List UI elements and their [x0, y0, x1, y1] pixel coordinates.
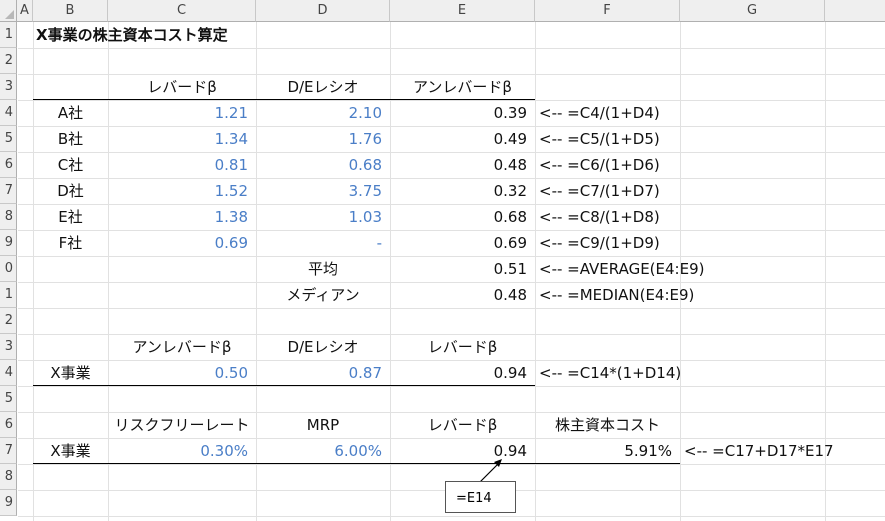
row-header[interactable]: 6	[0, 412, 17, 438]
spreadsheet[interactable]: A B C D E F G 1 2 3 4 5 6 7 8 9 0 1 2 3 …	[0, 0, 885, 521]
row-header[interactable]: 2	[0, 48, 17, 74]
cost-of-equity-cell[interactable]: 5.91%	[535, 438, 680, 464]
table1-header-de-ratio[interactable]: D/Eレシオ	[256, 74, 390, 100]
row-header[interactable]: 3	[0, 74, 17, 100]
column-header-next[interactable]	[825, 0, 885, 22]
formula-note[interactable]: <-- =C6/(1+D6)	[535, 152, 660, 178]
row-header[interactable]: 3	[0, 334, 17, 360]
unlevered-beta-cell[interactable]: 0.49	[390, 126, 535, 152]
row-header[interactable]: 1	[0, 22, 17, 48]
unlevered-beta-cell[interactable]: 0.32	[390, 178, 535, 204]
formula-note[interactable]: <-- =C9/(1+D9)	[535, 230, 660, 256]
unlevered-beta-cell[interactable]: 0.48	[390, 152, 535, 178]
company-label[interactable]: D社	[33, 178, 108, 204]
company-label[interactable]: F社	[33, 230, 108, 256]
unlevered-beta-cell[interactable]: 0.69	[390, 230, 535, 256]
formula-note[interactable]: <-- =C17+D17*E17	[680, 438, 834, 464]
column-header-f[interactable]: F	[535, 0, 680, 22]
row-header[interactable]: 4	[0, 360, 17, 386]
gridline	[18, 516, 885, 517]
formula-note[interactable]: <-- =C8/(1+D8)	[535, 204, 660, 230]
table2-header-levered-beta[interactable]: レバードβ	[390, 334, 535, 360]
company-label[interactable]: C社	[33, 152, 108, 178]
average-value[interactable]: 0.51	[390, 256, 535, 282]
table3-header-risk-free-rate[interactable]: リスクフリーレート	[108, 412, 256, 438]
row-header[interactable]: 8	[0, 204, 17, 230]
sheet-title[interactable]: X事業の株主資本コスト算定	[36, 22, 228, 48]
median-label[interactable]: メディアン	[256, 282, 390, 308]
column-header-a[interactable]: A	[17, 0, 33, 22]
formula-note[interactable]: <-- =C4/(1+D4)	[535, 100, 660, 126]
row-header[interactable]: 6	[0, 152, 17, 178]
gridline	[18, 48, 885, 49]
levered-beta-cell[interactable]: 1.52	[108, 178, 256, 204]
business-label[interactable]: X事業	[33, 438, 108, 464]
formula-note[interactable]: <-- =C5/(1+D5)	[535, 126, 660, 152]
row-header[interactable]: 9	[0, 230, 17, 256]
row-header[interactable]: 7	[0, 178, 17, 204]
row-header[interactable]: 2	[0, 308, 17, 334]
x-levered-beta-cell[interactable]: 0.94	[390, 360, 535, 386]
callout-box[interactable]: =E14	[445, 481, 516, 513]
table2-header-unlevered-beta[interactable]: アンレバードβ	[108, 334, 256, 360]
column-header-e[interactable]: E	[390, 0, 535, 22]
table3-header-cost-of-equity[interactable]: 株主資本コスト	[535, 412, 680, 438]
de-ratio-cell[interactable]: 3.75	[256, 178, 390, 204]
average-label[interactable]: 平均	[256, 256, 390, 282]
row-header[interactable]: 0	[0, 256, 17, 282]
row-header[interactable]: 4	[0, 100, 17, 126]
formula-note[interactable]: <-- =AVERAGE(E4:E9)	[535, 256, 704, 282]
table1-header-unlevered-beta[interactable]: アンレバードβ	[390, 74, 535, 100]
table1-header-levered-beta[interactable]: レバードβ	[108, 74, 256, 100]
column-header-d[interactable]: D	[256, 0, 390, 22]
row-header[interactable]: 5	[0, 386, 17, 412]
levered-beta-cell[interactable]: 0.69	[108, 230, 256, 256]
business-label[interactable]: X事業	[33, 360, 108, 386]
company-label[interactable]: A社	[33, 100, 108, 126]
gridline	[18, 386, 885, 387]
levered-beta-cell[interactable]: 1.21	[108, 100, 256, 126]
row-header[interactable]: 8	[0, 464, 17, 490]
column-header-g[interactable]: G	[680, 0, 825, 22]
formula-note[interactable]: <-- =MEDIAN(E4:E9)	[535, 282, 694, 308]
de-ratio-cell[interactable]: 0.68	[256, 152, 390, 178]
row-header[interactable]: 7	[0, 438, 17, 464]
de-ratio-cell[interactable]: 1.76	[256, 126, 390, 152]
levered-beta-cell[interactable]: 0.81	[108, 152, 256, 178]
beta-cell[interactable]: 0.94	[390, 438, 535, 464]
x-de-ratio-cell[interactable]: 0.87	[256, 360, 390, 386]
mrp-cell[interactable]: 6.00%	[256, 438, 390, 464]
row-header[interactable]: 9	[0, 490, 17, 516]
row-header[interactable]: 5	[0, 126, 17, 152]
select-all-triangle-icon	[5, 10, 14, 19]
table3-header-levered-beta[interactable]: レバードβ	[390, 412, 535, 438]
table3-header-mrp[interactable]: MRP	[256, 412, 390, 438]
row-header[interactable]: 1	[0, 282, 17, 308]
select-all-corner[interactable]	[0, 0, 17, 22]
formula-note[interactable]: <-- =C7/(1+D7)	[535, 178, 660, 204]
table2-header-de-ratio[interactable]: D/Eレシオ	[256, 334, 390, 360]
levered-beta-cell[interactable]: 1.34	[108, 126, 256, 152]
formula-note[interactable]: <-- =C14*(1+D14)	[535, 360, 681, 386]
median-value[interactable]: 0.48	[390, 282, 535, 308]
x-unlevered-beta-cell[interactable]: 0.50	[108, 360, 256, 386]
gridline	[18, 464, 885, 465]
de-ratio-cell[interactable]: 1.03	[256, 204, 390, 230]
column-header-b[interactable]: B	[33, 0, 108, 22]
unlevered-beta-cell[interactable]: 0.68	[390, 204, 535, 230]
gridline	[18, 308, 885, 309]
column-header-c[interactable]: C	[108, 0, 256, 22]
de-ratio-cell[interactable]: -	[256, 230, 390, 256]
unlevered-beta-cell[interactable]: 0.39	[390, 100, 535, 126]
company-label[interactable]: E社	[33, 204, 108, 230]
de-ratio-cell[interactable]: 2.10	[256, 100, 390, 126]
company-label[interactable]: B社	[33, 126, 108, 152]
risk-free-rate-cell[interactable]: 0.30%	[108, 438, 256, 464]
levered-beta-cell[interactable]: 1.38	[108, 204, 256, 230]
